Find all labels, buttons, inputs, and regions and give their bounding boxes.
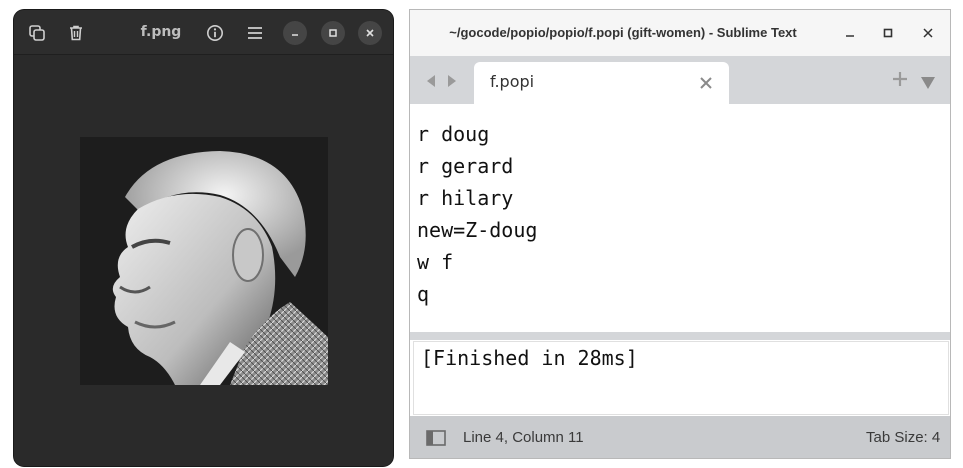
maximize-icon bbox=[329, 29, 337, 37]
maximize-button[interactable] bbox=[321, 21, 345, 45]
trash-icon[interactable] bbox=[63, 20, 89, 46]
st-close-button[interactable] bbox=[919, 24, 937, 42]
minimize-button[interactable] bbox=[283, 21, 307, 45]
build-output-text: [Finished in 28ms] bbox=[421, 346, 638, 370]
tab-list-dropdown-icon[interactable] bbox=[921, 74, 935, 89]
status-bar: Line 4, Column 11 Tab Size: 4 bbox=[410, 416, 950, 458]
code-line: w f bbox=[417, 250, 454, 274]
st-maximize-button[interactable] bbox=[879, 24, 897, 42]
code-line: r doug bbox=[417, 122, 490, 146]
sublime-text-window: ~/gocode/popio/popio/f.popi (gift-women)… bbox=[409, 9, 951, 459]
viewer-title: f.png bbox=[140, 24, 182, 40]
tab-close-icon[interactable] bbox=[699, 75, 713, 89]
portrait-image bbox=[80, 137, 328, 385]
code-line: q bbox=[417, 282, 430, 306]
close-icon bbox=[366, 29, 374, 37]
viewer-header-bar: f.png bbox=[14, 10, 393, 55]
new-tab-icon[interactable] bbox=[892, 71, 908, 87]
nav-forward-icon[interactable] bbox=[445, 73, 459, 87]
close-button[interactable] bbox=[358, 21, 382, 45]
info-icon[interactable] bbox=[202, 20, 228, 46]
close-icon bbox=[923, 28, 933, 38]
copy-icon[interactable] bbox=[24, 20, 50, 46]
tab-size-indicator[interactable]: Tab Size: 4 bbox=[866, 416, 940, 458]
minimize-icon bbox=[292, 34, 298, 36]
maximize-icon bbox=[883, 28, 893, 38]
tab-label: f.popi bbox=[490, 72, 535, 91]
code-line: r hilary bbox=[417, 186, 514, 210]
minimize-icon bbox=[846, 35, 854, 37]
tab-f-popi[interactable]: f.popi bbox=[474, 62, 729, 104]
code-line: r gerard bbox=[417, 154, 514, 178]
st-minimize-button[interactable] bbox=[841, 24, 859, 42]
menu-icon[interactable] bbox=[242, 20, 268, 46]
panel-divider[interactable] bbox=[410, 332, 950, 340]
code-line: new=Z-doug bbox=[417, 218, 538, 242]
image-viewer-window: f.png bbox=[14, 10, 393, 466]
code-editor[interactable]: r doug r gerard r hilary new=Z-doug w f … bbox=[410, 104, 950, 332]
nav-back-icon[interactable] bbox=[424, 73, 438, 87]
build-output-panel[interactable]: [Finished in 28ms] bbox=[413, 341, 949, 415]
tab-bar: f.popi bbox=[410, 56, 950, 104]
sublime-titlebar: ~/gocode/popio/popio/f.popi (gift-women)… bbox=[410, 10, 950, 56]
cursor-position: Line 4, Column 11 bbox=[463, 429, 584, 446]
image-canvas bbox=[14, 55, 393, 466]
sidebar-toggle-icon[interactable] bbox=[426, 430, 446, 446]
window-title: ~/gocode/popio/popio/f.popi (gift-women)… bbox=[449, 25, 797, 40]
